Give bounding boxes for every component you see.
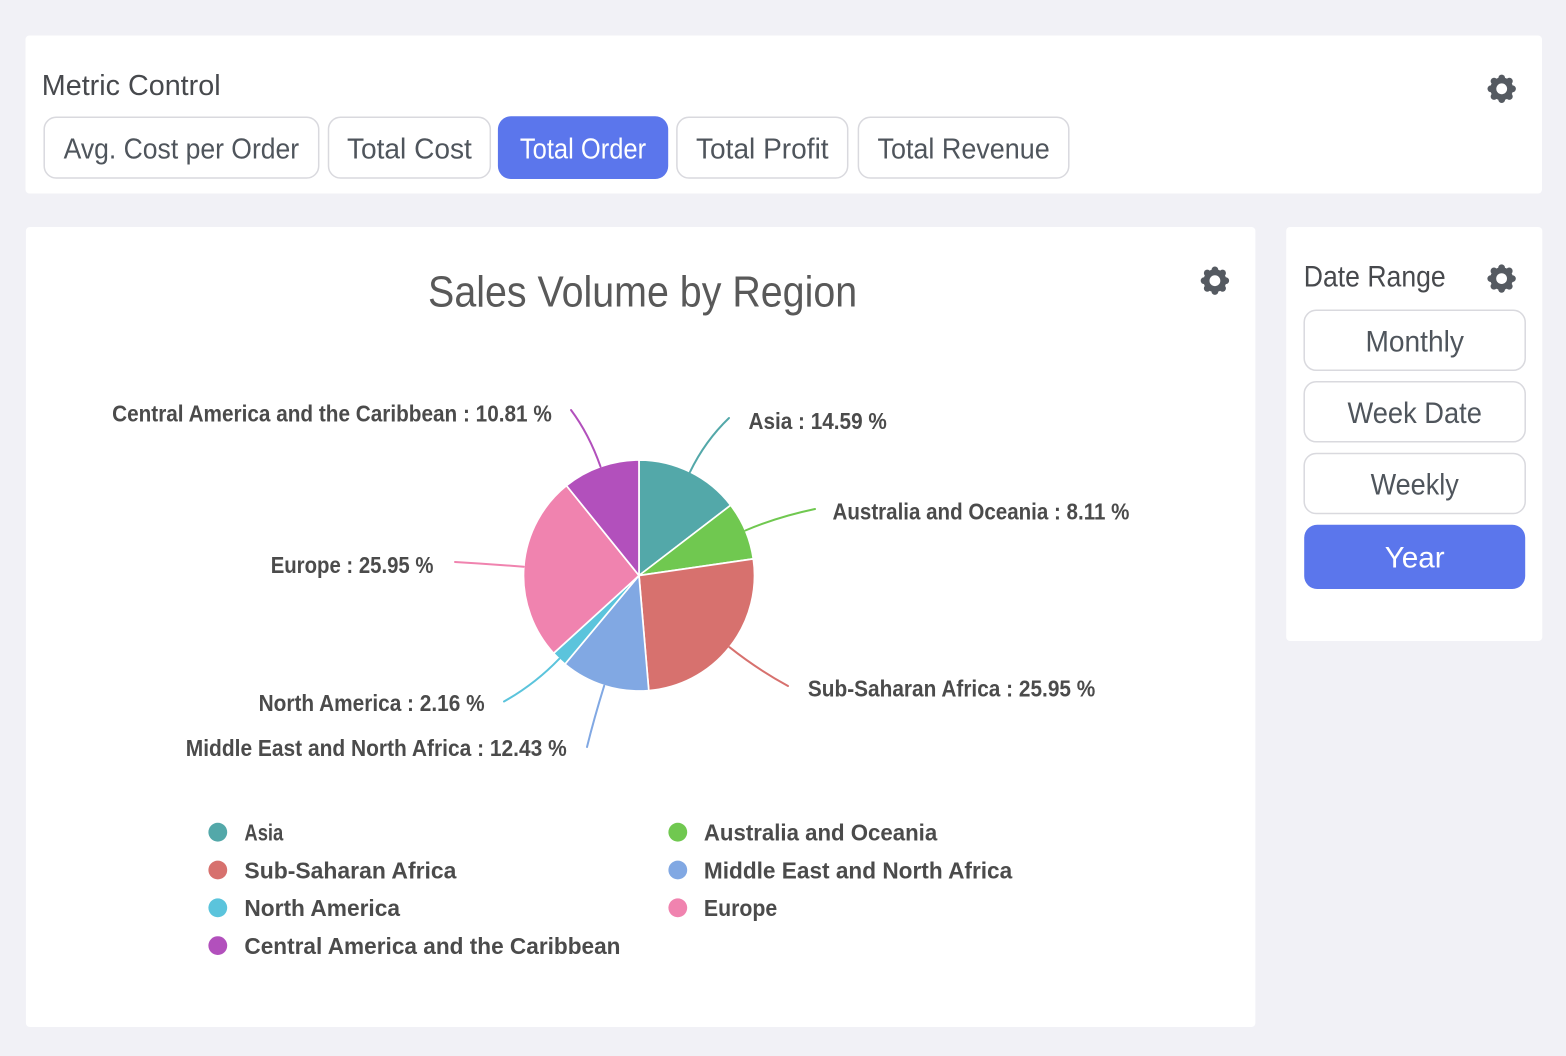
svg-text:Central America and the Caribb: Central America and the Caribbean xyxy=(244,933,620,959)
svg-text:Middle East and North Africa :: Middle East and North Africa : 12.43 % xyxy=(186,735,567,761)
svg-text:Date Range: Date Range xyxy=(1304,260,1446,293)
svg-text:Australia and Oceania: Australia and Oceania xyxy=(704,820,937,846)
svg-text:Asia: Asia xyxy=(244,820,283,846)
svg-text:Weekly: Weekly xyxy=(1371,468,1459,501)
svg-text:North America : 2.16 %: North America : 2.16 % xyxy=(259,690,485,716)
svg-text:Sub-Saharan Africa: Sub-Saharan Africa xyxy=(244,857,456,883)
svg-text:North America: North America xyxy=(244,895,400,921)
svg-text:Total Cost: Total Cost xyxy=(347,134,472,166)
svg-text:Sub-Saharan Africa : 25.95 %: Sub-Saharan Africa : 25.95 % xyxy=(808,676,1095,702)
svg-text:Total Revenue: Total Revenue xyxy=(878,134,1050,166)
svg-text:Week Date: Week Date xyxy=(1348,397,1482,430)
svg-text:Total Profit: Total Profit xyxy=(696,134,829,166)
svg-text:Central America and the Caribb: Central America and the Caribbean : 10.8… xyxy=(112,400,552,426)
svg-text:Asia : 14.59 %: Asia : 14.59 % xyxy=(749,408,887,434)
svg-text:Year: Year xyxy=(1385,542,1445,575)
svg-text:Europe : 25.95 %: Europe : 25.95 % xyxy=(271,552,434,578)
svg-text:Monthly: Monthly xyxy=(1365,325,1464,358)
svg-text:Middle East and North Africa: Middle East and North Africa xyxy=(704,857,1012,883)
svg-text:Avg. Cost per Order: Avg. Cost per Order xyxy=(64,134,300,166)
svg-text:Total Order: Total Order xyxy=(520,134,646,166)
svg-text:Sales Volume by Region: Sales Volume by Region xyxy=(428,268,857,317)
svg-text:Metric Control: Metric Control xyxy=(42,70,221,102)
svg-text:Australia and Oceania : 8.11 %: Australia and Oceania : 8.11 % xyxy=(833,498,1130,524)
svg-text:Europe: Europe xyxy=(704,895,777,921)
